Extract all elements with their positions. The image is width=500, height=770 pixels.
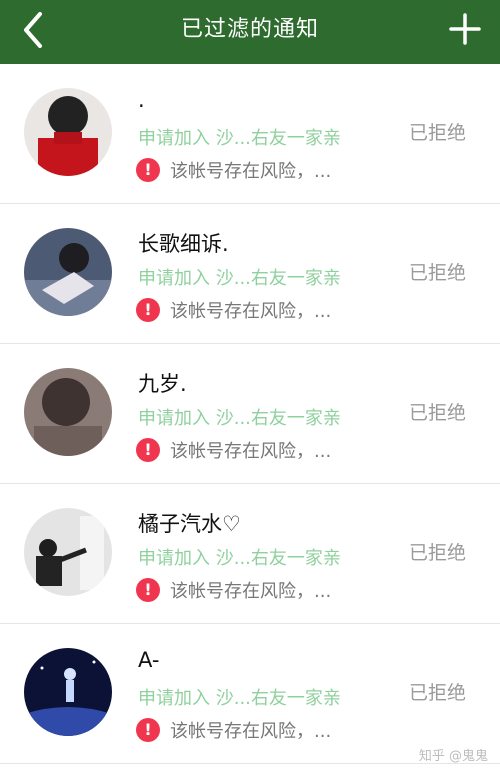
request-text: 申请加入 沙...右友一家亲 bbox=[138, 548, 341, 569]
user-name: 九岁. bbox=[138, 372, 187, 396]
warning-icon: ! bbox=[136, 578, 160, 602]
plus-icon[interactable] bbox=[448, 12, 482, 46]
status-badge: 已拒绝 bbox=[408, 262, 466, 284]
list-item[interactable]: A- 申请加入 沙...右友一家亲 ! 该帐号存在风险，... 已拒绝 bbox=[0, 624, 500, 764]
page-title: 已过滤的通知 bbox=[180, 17, 319, 42]
user-name: A- bbox=[138, 648, 160, 672]
request-text: 申请加入 沙...右友一家亲 bbox=[138, 688, 341, 709]
notification-list: . 申请加入 沙...右友一家亲 ! 该帐号存在风险，... 已拒绝 长歌细诉.… bbox=[0, 64, 500, 764]
list-item[interactable]: 橘子汽水♡ 申请加入 沙...右友一家亲 ! 该帐号存在风险，... 已拒绝 bbox=[0, 484, 500, 624]
status-badge: 已拒绝 bbox=[408, 682, 466, 704]
user-name: 长歌细诉. bbox=[138, 232, 229, 256]
avatar[interactable] bbox=[24, 648, 112, 736]
risk-warning: ! 该帐号存在风险，... bbox=[136, 437, 331, 463]
risk-warning: ! 该帐号存在风险，... bbox=[136, 717, 331, 743]
warning-text: 该帐号存在风险，... bbox=[170, 161, 332, 182]
watermark: 知乎 @鬼鬼 bbox=[418, 749, 488, 764]
list-item[interactable]: 九岁. 申请加入 沙...右友一家亲 ! 该帐号存在风险，... 已拒绝 bbox=[0, 344, 500, 484]
avatar[interactable] bbox=[24, 508, 112, 596]
warning-icon: ! bbox=[136, 718, 160, 742]
list-item[interactable]: 长歌细诉. 申请加入 沙...右友一家亲 ! 该帐号存在风险，... 已拒绝 bbox=[0, 204, 500, 344]
avatar[interactable] bbox=[24, 368, 112, 456]
warning-icon: ! bbox=[136, 158, 160, 182]
list-item[interactable]: . 申请加入 沙...右友一家亲 ! 该帐号存在风险，... 已拒绝 bbox=[0, 64, 500, 204]
warning-icon: ! bbox=[136, 298, 160, 322]
status-badge: 已拒绝 bbox=[408, 542, 466, 564]
avatar[interactable] bbox=[24, 228, 112, 316]
warning-text: 该帐号存在风险，... bbox=[170, 441, 332, 462]
request-text: 申请加入 沙...右友一家亲 bbox=[138, 408, 341, 429]
risk-warning: ! 该帐号存在风险，... bbox=[136, 297, 331, 323]
request-text: 申请加入 沙...右友一家亲 bbox=[138, 268, 341, 289]
risk-warning: ! 该帐号存在风险，... bbox=[136, 157, 331, 183]
warning-text: 该帐号存在风险，... bbox=[170, 721, 332, 742]
request-text: 申请加入 沙...右友一家亲 bbox=[138, 128, 341, 149]
status-badge: 已拒绝 bbox=[408, 122, 466, 144]
warning-icon: ! bbox=[136, 438, 160, 462]
user-name: . bbox=[138, 88, 145, 112]
title-bar: 已过滤的通知 bbox=[0, 0, 500, 64]
warning-text: 该帐号存在风险，... bbox=[170, 301, 332, 322]
avatar[interactable] bbox=[24, 88, 112, 176]
user-name: 橘子汽水♡ bbox=[138, 512, 241, 536]
risk-warning: ! 该帐号存在风险，... bbox=[136, 577, 331, 603]
warning-text: 该帐号存在风险，... bbox=[170, 581, 332, 602]
status-badge: 已拒绝 bbox=[408, 402, 466, 424]
